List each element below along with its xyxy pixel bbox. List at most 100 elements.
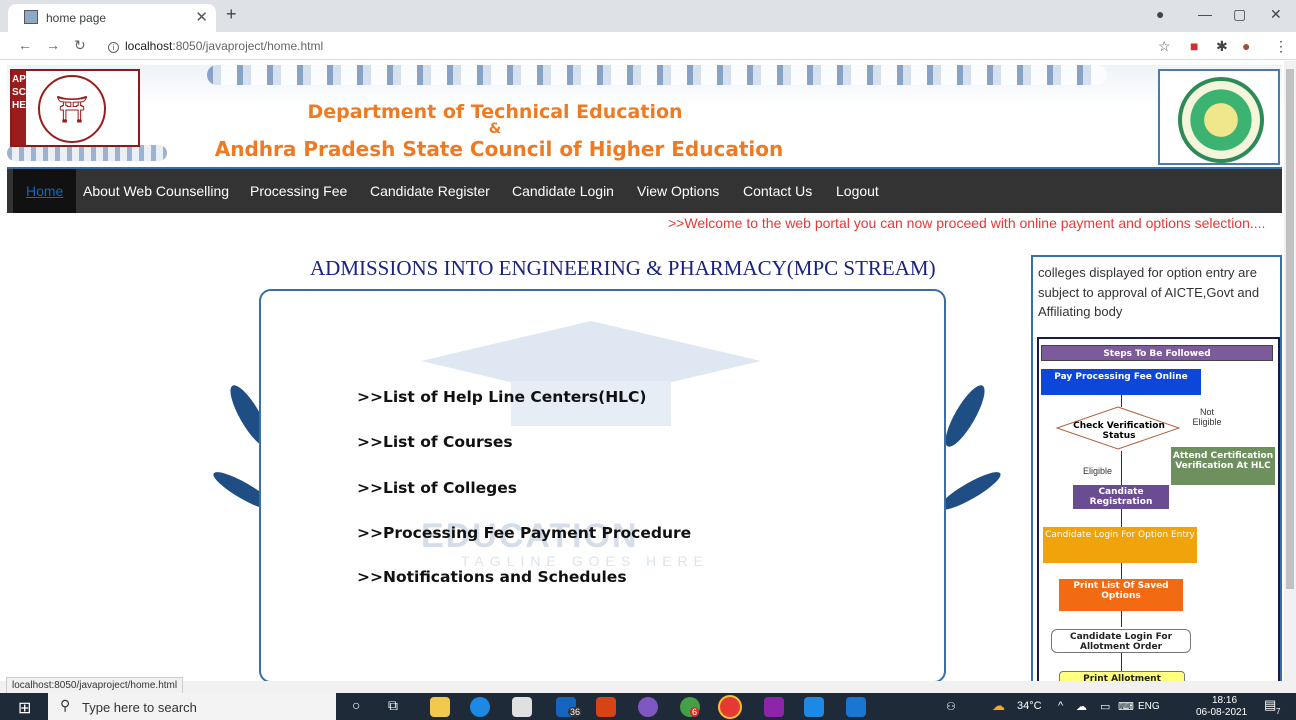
- nav-home[interactable]: Home: [13, 169, 77, 213]
- back-icon[interactable]: ←: [18, 37, 32, 53]
- app-purple-icon[interactable]: [638, 697, 658, 717]
- store-icon[interactable]: [512, 697, 532, 717]
- approval-note: colleges displayed for option entry are …: [1038, 265, 1260, 319]
- task-view-icon[interactable]: ⧉: [388, 697, 398, 714]
- notification-count: 7: [1276, 707, 1281, 716]
- page-heading: ADMISSIONS INTO ENGINEERING & PHARMACY(M…: [310, 256, 936, 280]
- flow-print-allotment: Print Allotment: [1059, 671, 1185, 681]
- nav-logout[interactable]: Logout: [823, 169, 892, 213]
- search-icon: ⚲: [60, 697, 71, 713]
- url-host: localhost: [125, 39, 173, 53]
- status-url-tooltip: localhost:8050/javaproject/home.html: [6, 677, 184, 693]
- close-window-icon[interactable]: ✕: [1270, 6, 1282, 23]
- vertical-scrollbar[interactable]: [1284, 61, 1296, 681]
- temperature[interactable]: 34°C: [1017, 700, 1042, 712]
- profile-avatar-icon[interactable]: ●: [1242, 38, 1250, 54]
- watermark-tagline: TAGLINE GOES HERE: [461, 553, 709, 569]
- flow-check-status: Check Verification Status: [1073, 421, 1165, 441]
- people-icon[interactable]: ⚇: [946, 700, 956, 713]
- nav-about-web-counselling[interactable]: About Web Counselling: [70, 169, 242, 213]
- browser-tab[interactable]: home page ✕: [8, 4, 216, 32]
- profile-dot-icon[interactable]: ●: [1156, 6, 1164, 22]
- link-list-of-courses[interactable]: >>List of Courses: [357, 433, 513, 451]
- banner-title-line2: Andhra Pradesh State Council of Higher E…: [214, 137, 784, 161]
- laurel-leaf-right: [938, 380, 992, 452]
- flow-arrow: [1121, 509, 1122, 527]
- photos-icon[interactable]: [846, 697, 866, 717]
- floral-decoration: [207, 65, 1107, 85]
- address-bar: ← → ↻ i localhost:8050/javaproject/home.h…: [0, 32, 1296, 60]
- banner-title-line1: Department of Technical Education: [307, 101, 683, 123]
- chat-badge: 6: [690, 707, 700, 717]
- tab-title: home page: [46, 11, 107, 25]
- chrome-icon[interactable]: [720, 697, 740, 717]
- nav-candidate-login[interactable]: Candidate Login: [499, 169, 627, 213]
- new-tab-icon[interactable]: +: [226, 4, 237, 25]
- minimize-icon[interactable]: —: [1198, 6, 1212, 22]
- pdf-extension-icon[interactable]: ■: [1190, 38, 1198, 54]
- clock-time[interactable]: 18:16: [1212, 695, 1237, 706]
- close-tab-icon[interactable]: ✕: [195, 8, 208, 26]
- clock-date[interactable]: 06-08-2021: [1196, 707, 1247, 718]
- flow-attend-verification: Attend Certification Verification At HLC: [1171, 447, 1275, 485]
- flow-arrow: [1121, 611, 1122, 627]
- mail-badge: 36: [568, 707, 583, 717]
- link-help-line-centers[interactable]: >>List of Help Line Centers(HLC): [357, 388, 647, 406]
- maximize-icon[interactable]: ▢: [1233, 6, 1246, 23]
- reload-icon[interactable]: ↻: [74, 37, 86, 54]
- link-list-of-colleges[interactable]: >>List of Colleges: [357, 479, 517, 497]
- vscode-icon[interactable]: [804, 697, 824, 717]
- windows-taskbar: ⊞ ⚲ Type here to search ○ ⧉ 36 6 ⚇ ☁ 34°…: [0, 693, 1296, 720]
- flow-candidate-registration: Candiate Registration: [1073, 485, 1169, 509]
- page-favicon-icon: [24, 10, 38, 24]
- forward-icon[interactable]: →: [46, 37, 60, 53]
- scrollbar-thumb[interactable]: [1286, 69, 1294, 589]
- flow-arrow: [1121, 563, 1122, 579]
- windows-start-icon[interactable]: ⊞: [18, 698, 31, 718]
- link-processing-fee-procedure[interactable]: >>Processing Fee Payment Procedure: [357, 524, 691, 542]
- keyboard-icon[interactable]: ⌨: [1118, 700, 1134, 713]
- show-hidden-icons-icon[interactable]: ^: [1058, 700, 1063, 712]
- info-sidebar: colleges displayed for option entry are …: [1031, 255, 1282, 681]
- welcome-marquee: >>Welcome to the web portal you can now …: [668, 215, 1266, 231]
- language-indicator[interactable]: ENG: [1138, 701, 1160, 712]
- bookmark-star-icon[interactable]: ☆: [1158, 38, 1171, 55]
- network-icon[interactable]: ▭: [1100, 700, 1110, 713]
- taskbar-search[interactable]: ⚲ Type here to search: [48, 693, 336, 720]
- horizontal-scrollbar[interactable]: [0, 681, 1296, 693]
- nav-view-options[interactable]: View Options: [624, 169, 732, 213]
- nav-candidate-register[interactable]: Candidate Register: [357, 169, 503, 213]
- nav-contact-us[interactable]: Contact Us: [730, 169, 825, 213]
- nav-processing-fee[interactable]: Processing Fee: [237, 169, 360, 213]
- search-placeholder: Type here to search: [82, 700, 197, 715]
- menu-kebab-icon[interactable]: ⋮: [1274, 38, 1288, 55]
- flow-pay-fee: Pay Processing Fee Online: [1041, 369, 1201, 395]
- links-panel: EDUCATION TAGLINE GOES HERE >>List of He…: [259, 289, 946, 681]
- edge-browser-icon[interactable]: [470, 697, 490, 717]
- url-field[interactable]: i localhost:8050/javaproject/home.html: [108, 39, 323, 53]
- link-notifications-schedules[interactable]: >>Notifications and Schedules: [357, 568, 627, 586]
- flow-arrow: [1121, 451, 1122, 485]
- weather-icon[interactable]: ☁: [992, 698, 1005, 714]
- extensions-puzzle-icon[interactable]: ✱: [1216, 38, 1228, 55]
- ap-government-emblem: [1158, 69, 1280, 165]
- steps-flowchart: Steps To Be Followed Pay Processing Fee …: [1037, 337, 1280, 681]
- tab-strip: home page ✕ + ● — ▢ ✕: [0, 0, 1296, 32]
- flow-title: Steps To Be Followed: [1041, 345, 1273, 361]
- banner-title-amp: &: [488, 121, 502, 137]
- site-info-icon[interactable]: i: [108, 42, 119, 53]
- flow-login-allotment: Candidate Login For Allotment Order: [1051, 629, 1191, 653]
- notifications-icon[interactable]: ▤: [1264, 697, 1276, 713]
- office-icon[interactable]: [596, 697, 616, 717]
- flow-login-option-entry: Candidate Login For Option Entry: [1043, 527, 1197, 563]
- site-banner: APSCHE ⛩ Department of Technical Educati…: [7, 65, 1282, 169]
- flow-print-saved-options: Print List Of Saved Options: [1059, 579, 1183, 611]
- cortana-icon[interactable]: ○: [352, 697, 360, 713]
- file-explorer-icon[interactable]: [430, 697, 450, 717]
- graduation-cap-watermark-icon: [421, 321, 761, 426]
- web-page: APSCHE ⛩ Department of Technical Educati…: [0, 61, 1284, 681]
- onedrive-icon[interactable]: ☁: [1076, 700, 1087, 713]
- flow-arrow: [1121, 653, 1122, 671]
- flow-eligible: Eligible: [1083, 466, 1113, 476]
- paint-icon[interactable]: [764, 697, 784, 717]
